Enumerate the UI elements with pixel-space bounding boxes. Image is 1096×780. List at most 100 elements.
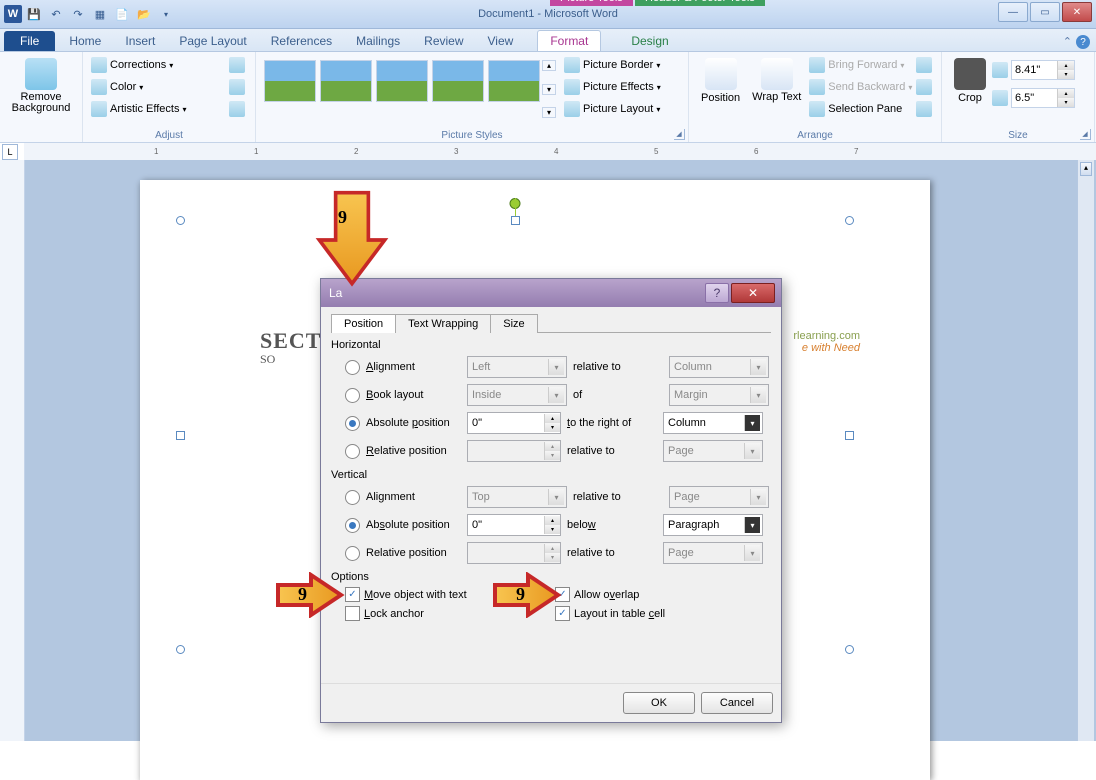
qat-icon[interactable]: ▦	[90, 4, 110, 24]
layout-dialog: Layout La ? ✕ Position Text Wrapping Siz…	[320, 278, 782, 723]
tab-text-wrapping[interactable]: Text Wrapping	[395, 314, 491, 333]
file-tab[interactable]: File	[4, 31, 55, 51]
position-button[interactable]: Position	[695, 54, 746, 120]
wrap-text-button[interactable]: Wrap Text	[746, 54, 807, 120]
v-absolute-input[interactable]: ▴▾	[467, 514, 561, 536]
adjust-group-label: Adjust	[83, 130, 255, 141]
mailings-tab[interactable]: Mailings	[344, 31, 412, 51]
redo-icon[interactable]: ↷	[68, 4, 88, 24]
page-layout-tab[interactable]: Page Layout	[167, 31, 258, 51]
width-input[interactable]: 6.5"▴▾	[1011, 88, 1075, 108]
v-alignment-rel-combo: Page▾	[669, 486, 769, 508]
resize-handle[interactable]	[176, 216, 185, 225]
home-tab[interactable]: Home	[57, 31, 113, 51]
compress-icon[interactable]	[227, 54, 249, 76]
styles-launcher-icon[interactable]: ◢	[674, 129, 685, 140]
v-alignment-radio[interactable]	[345, 490, 360, 505]
h-alignment-rel-combo: Column▾	[669, 356, 769, 378]
format-tab[interactable]: Format	[537, 30, 601, 51]
resize-handle[interactable]	[176, 431, 185, 440]
h-book-radio[interactable]	[345, 388, 360, 403]
vertical-ruler[interactable]	[0, 160, 25, 741]
gallery-up-icon[interactable]: ▴	[542, 60, 556, 71]
undo-icon[interactable]: ↶	[46, 4, 66, 24]
resize-handle[interactable]	[845, 431, 854, 440]
design-tab[interactable]: Design	[619, 31, 680, 51]
annotation-number: 9	[338, 207, 347, 228]
resize-handle[interactable]	[845, 216, 854, 225]
height-input[interactable]: 8.41"▴▾	[1011, 60, 1075, 80]
ok-button[interactable]: OK	[623, 692, 695, 714]
position-icon	[705, 58, 737, 90]
v-absolute-radio[interactable]	[345, 518, 360, 533]
corrections-button[interactable]: Corrections▾	[89, 54, 227, 76]
artistic-effects-button[interactable]: Artistic Effects▾	[89, 98, 227, 120]
ribbon: Remove Background Corrections▾ Color▾ Ar…	[0, 52, 1096, 143]
dialog-help-icon[interactable]: ?	[705, 283, 729, 303]
ribbon-min-icon[interactable]: ⌃	[1063, 35, 1072, 49]
resize-handle[interactable]	[511, 216, 520, 225]
bring-forward-button[interactable]: Bring Forward▾	[807, 54, 914, 76]
move-with-text-checkbox[interactable]: ✓	[345, 587, 360, 602]
reset-picture-icon[interactable]	[227, 98, 249, 120]
h-alignment-combo: Left▾	[467, 356, 567, 378]
gallery-down-icon[interactable]: ▾	[542, 84, 556, 95]
remove-background-button[interactable]: Remove Background	[6, 54, 76, 118]
page-text: rlearning.com e with Need	[793, 330, 860, 354]
picture-effects-button[interactable]: Picture Effects▾	[562, 76, 663, 98]
color-button[interactable]: Color▾	[89, 76, 227, 98]
maximize-button[interactable]: ▭	[1030, 2, 1060, 22]
h-alignment-radio[interactable]	[345, 360, 360, 375]
close-button[interactable]: ✕	[1062, 2, 1092, 22]
crop-button[interactable]: Crop	[948, 54, 992, 108]
align-icon[interactable]	[914, 54, 934, 76]
lock-anchor-checkbox[interactable]	[345, 606, 360, 621]
save-icon[interactable]: 💾	[24, 4, 44, 24]
v-relative-radio[interactable]	[345, 546, 360, 561]
h-relative-radio[interactable]	[345, 444, 360, 459]
quick-access-toolbar: W 💾 ↶ ↷ ▦ 📄 📂 ▾	[0, 4, 176, 24]
v-alignment-combo: Top▾	[467, 486, 567, 508]
resize-handle[interactable]	[845, 645, 854, 654]
change-picture-icon[interactable]	[227, 76, 249, 98]
v-absolute-rel-combo[interactable]: Paragraph▾	[663, 514, 763, 536]
layout-icon	[564, 101, 580, 117]
send-backward-button[interactable]: Send Backward▾	[807, 76, 914, 98]
minimize-button[interactable]: —	[998, 2, 1028, 22]
effects-icon	[564, 79, 580, 95]
tab-position[interactable]: Position	[331, 314, 396, 333]
size-launcher-icon[interactable]: ◢	[1080, 129, 1091, 140]
wrap-icon	[761, 58, 793, 90]
remove-bg-icon	[25, 58, 57, 90]
horizontal-label: Horizontal	[331, 339, 771, 351]
group-icon[interactable]	[914, 76, 934, 98]
h-absolute-input[interactable]: ▴▾	[467, 412, 561, 434]
selection-pane-button[interactable]: Selection Pane	[807, 98, 914, 120]
references-tab[interactable]: References	[259, 31, 344, 51]
open-icon[interactable]: 📂	[134, 4, 154, 24]
help-icon[interactable]: ?	[1076, 35, 1090, 49]
qat-icon[interactable]: 📄	[112, 4, 132, 24]
width-icon	[992, 90, 1008, 106]
view-tab[interactable]: View	[476, 31, 526, 51]
annotation-arrow-down	[312, 190, 392, 290]
tab-selector[interactable]: L	[2, 144, 18, 160]
gallery-more-icon[interactable]: ▾	[542, 107, 556, 118]
title-bar: W 💾 ↶ ↷ ▦ 📄 📂 ▾ Document1 - Microsoft Wo…	[0, 0, 1096, 29]
h-absolute-rel-combo[interactable]: Column▾	[663, 412, 763, 434]
insert-tab[interactable]: Insert	[113, 31, 167, 51]
qat-more-icon[interactable]: ▾	[156, 4, 176, 24]
dialog-close-button[interactable]: ✕	[731, 283, 775, 303]
rotate-icon[interactable]	[914, 98, 934, 120]
page-text: SECT	[260, 328, 321, 354]
resize-handle[interactable]	[176, 645, 185, 654]
review-tab[interactable]: Review	[412, 31, 475, 51]
picture-layout-button[interactable]: Picture Layout▾	[562, 98, 663, 120]
tab-size[interactable]: Size	[490, 314, 537, 333]
h-absolute-radio[interactable]	[345, 416, 360, 431]
ribbon-tabs: File Home Insert Page Layout References …	[0, 29, 1096, 52]
cancel-button[interactable]: Cancel	[701, 692, 773, 714]
picture-styles-gallery[interactable]: ▴ ▾ ▾	[262, 54, 556, 120]
vertical-scrollbar[interactable]: ▴	[1077, 160, 1094, 741]
picture-border-button[interactable]: Picture Border▾	[562, 54, 663, 76]
